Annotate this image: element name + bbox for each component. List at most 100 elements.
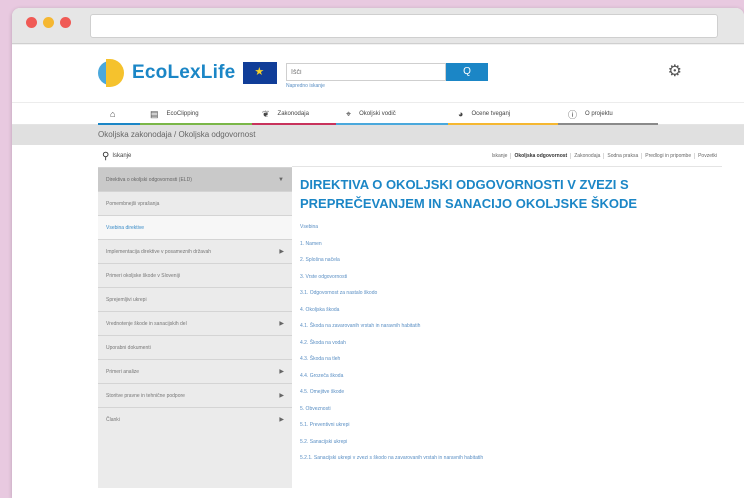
address-bar[interactable] [90,14,718,38]
chevron-right-icon: ▶ [279,321,284,327]
advanced-search-link[interactable]: Napredno iskanje [286,83,325,89]
chevron-right-icon: ▶ [279,417,284,423]
nav-item-label: O projektu [585,111,613,117]
eu-flag-icon [243,62,278,84]
sidebar-item-label: Sprejemljivi ukrepi [106,296,147,303]
tab[interactable]: Povzetki [695,153,720,159]
toc-link[interactable]: 5. Obveznosti [300,401,710,418]
logo-mark-icon [98,59,126,87]
close-window-button[interactable] [26,17,37,28]
sidebar-search-label: Iskanje [112,153,132,159]
breadcrumb: Okoljska zakonodaja / Okoljska odgovorno… [12,125,744,145]
toc-link[interactable]: 5.2.1. Sanacijski ukrepi v zvezi s škodo… [300,450,710,467]
nav-item-ecoclipping[interactable]: ▤ EcoClipping [140,103,252,125]
toc-link[interactable]: Vsebina [300,219,710,236]
sidebar-item[interactable]: Vrednotenje škode in sanacijskih del ▶ [98,311,292,335]
newspaper-icon: ▤ [150,108,159,119]
sidebar-item-label: Implementacija direktive v posameznih dr… [106,248,212,255]
nav-color-bar [336,123,448,125]
chevron-down-icon: ▼ [278,176,284,183]
sidebar-item[interactable]: Pomembnejši vprašanja [98,191,292,215]
tab[interactable]: Predlogi in pripombe [642,152,696,159]
sidebar-item-label: Uporabni dokumenti [106,344,151,351]
site-header: EcoLexLife Q Napredno iskanje ⚙ [12,45,744,103]
info-icon: ⓘ [568,109,578,120]
home-icon: ⌂ [110,109,116,119]
settings-icon[interactable]: ⚙ [668,61,682,81]
content-tabs: Iskanje Okoljska odgovornost Zakonodaja Sod… [292,145,722,167]
toc-link[interactable]: 4.1. Škoda na zavarovanih vrstah in nara… [300,318,710,335]
leaf-icon: ❦ [262,108,270,119]
sidebar-item[interactable]: Vsebina direktive [98,215,292,239]
location-icon: ⌖ [346,108,352,119]
sidebar-item-label: Primeri analize [106,368,140,375]
sidebar-item-label: Primeri okoljske škode v Sloveniji [106,272,180,279]
main-nav: ⌂ ▤ EcoClipping ❦ Zakonodaja ⌖ Okoljski vodič ◕… [12,103,744,125]
toc-link[interactable]: 5.2. Sanacijski ukrepi [300,434,710,451]
sidebar-item-label: Vsebina direktive [106,224,145,231]
sidebar-item-label: Pomembnejši vprašanja [106,200,160,207]
nav-item-zakonodaja[interactable]: ❦ Zakonodaja [252,103,336,125]
sidebar-search[interactable]: ⚲ Iskanje [98,145,292,167]
nav-item-label: Okoljski vodič [359,111,396,117]
nav-item-ocene-tveganj[interactable]: ◕ Ocene tveganj [448,103,558,125]
toc-link[interactable]: 3.1. Odgovornost za nastalo škodo [300,285,710,302]
sidebar-item[interactable]: Storitve pravne in tehnične podpore ▶ [98,383,292,407]
globe-icon: ◕ [458,109,464,119]
sidebar-item-label: Članki [106,416,120,423]
toc-link[interactable]: 2. Splošna načela [300,252,710,269]
toc-link[interactable]: 1. Namen [300,236,710,253]
nav-item-home[interactable]: ⌂ [98,103,140,125]
search-input[interactable] [286,63,446,81]
tab[interactable]: Iskanje [489,152,512,159]
toc-link[interactable]: 5.1. Preventivni ukrepi [300,417,710,434]
content-area: ⚲ Iskanje Direktiva o okoljski odgovorno… [12,145,744,488]
tab[interactable]: Sodna praksa [604,152,643,159]
sidebar-item[interactable]: Primeri okoljske škode v Sloveniji [98,263,292,287]
nav-color-bar [558,123,658,125]
web-page: EcoLexLife Q Napredno iskanje ⚙ ⌂ ▤ EcoCli… [12,45,744,498]
main-content: Iskanje Okoljska odgovornost Zakonodaja Sod… [292,145,722,488]
toc-link[interactable]: 4. Okoljska škoda [300,302,710,319]
browser-chrome [12,8,744,44]
chevron-right-icon: ▶ [279,393,284,399]
sidebar-item-label: Storitve pravne in tehnične podpore [106,392,185,399]
toc-link[interactable]: 3. Vrste odgovornosti [300,269,710,286]
tab[interactable]: Zakonodaja [571,152,605,159]
sidebar-item[interactable]: Implementacija direktive v posameznih dr… [98,239,292,263]
toc-link[interactable]: 4.3. Škoda na tleh [300,351,710,368]
site-logo[interactable]: EcoLexLife [98,59,278,87]
sidebar-item[interactable]: Uporabni dokumenti [98,335,292,359]
sidebar-item[interactable]: Primeri analize ▶ [98,359,292,383]
sidebar-item[interactable]: Direktiva o okoljski odgovornosti (ELD) ▼ [98,167,292,191]
nav-item-o-projektu[interactable]: ⓘ O projektu [558,103,658,125]
search-button[interactable]: Q [446,63,488,81]
toc-link[interactable]: 4.5. Omejitve škode [300,384,710,401]
chevron-right-icon: ▶ [279,369,284,375]
sidebar: ⚲ Iskanje Direktiva o okoljski odgovorno… [98,145,292,488]
nav-color-bar [448,123,558,125]
search-icon: ⚲ [102,150,110,162]
sidebar-item-label: Vrednotenje škode in sanacijskih del [106,320,187,327]
nav-item-label: Ocene tveganj [471,111,511,117]
nav-color-bar [140,123,252,125]
nav-color-bar [98,123,140,125]
tab[interactable]: Okoljska odgovornost [511,152,572,159]
table-of-contents: Vsebina 1. Namen 2. Splošna načela 3. Vrste… [300,219,710,467]
minimize-window-button[interactable] [43,17,54,28]
browser-window: EcoLexLife Q Napredno iskanje ⚙ ⌂ ▤ EcoCli… [12,8,744,498]
nav-item-okoljski-vodi-[interactable]: ⌖ Okoljski vodič [336,103,448,125]
chevron-right-icon: ▶ [279,249,284,255]
nav-item-label: EcoClipping [166,111,199,117]
nav-color-bar [252,123,336,125]
page-title: DIREKTIVA O OKOLJSKI ODGOVORNOSTI V ZVEZ… [300,177,638,211]
sidebar-item-label: Direktiva o okoljski odgovornosti (ELD) [106,176,192,183]
brand-name: EcoLexLife [132,62,236,83]
toc-link[interactable]: 4.4. Grozeča škoda [300,368,710,385]
maximize-window-button[interactable] [60,17,71,28]
sidebar-item[interactable]: Članki ▶ [98,407,292,431]
nav-item-label: Zakonodaja [277,111,309,117]
toc-link[interactable]: 4.2. Škoda na vodah [300,335,710,352]
sidebar-item[interactable]: Sprejemljivi ukrepi [98,287,292,311]
search-form: Q [286,63,488,81]
